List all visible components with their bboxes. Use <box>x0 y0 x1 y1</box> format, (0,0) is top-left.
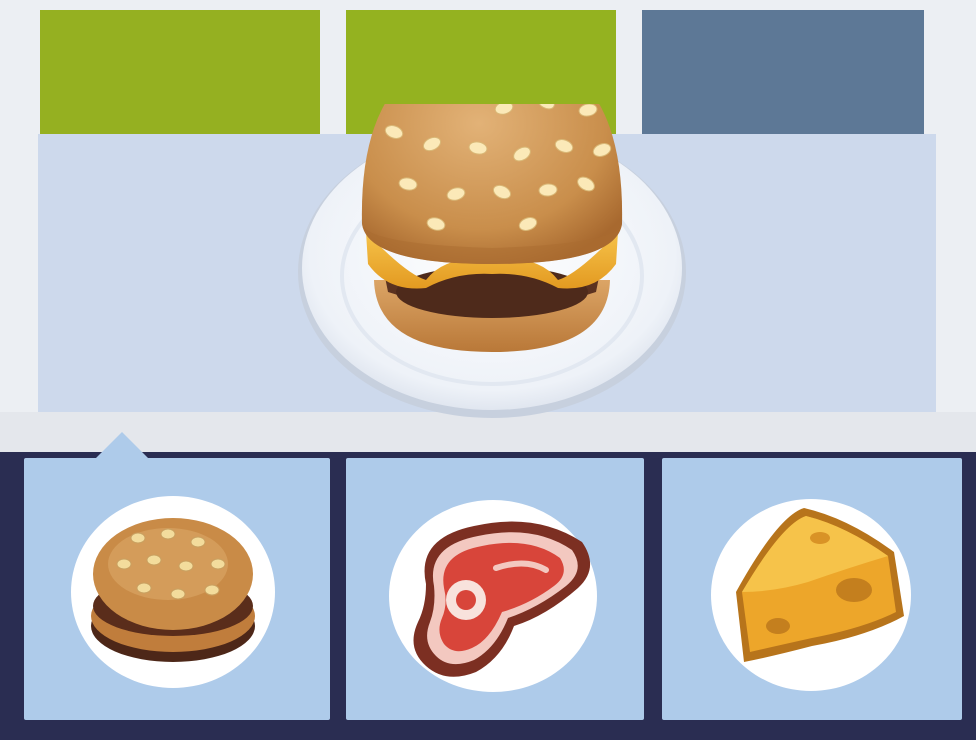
ingredient-cheese[interactable] <box>708 496 914 694</box>
ingredient-steak[interactable] <box>386 498 600 694</box>
order-dish <box>296 104 688 420</box>
ingredient-bun[interactable] <box>68 494 278 690</box>
steak-icon <box>389 500 597 692</box>
bun-with-patty-icon <box>71 496 275 688</box>
cheese-wedge-icon <box>711 499 911 691</box>
game-screen <box>0 0 976 740</box>
burger-on-plate-icon <box>298 104 686 418</box>
selection-pointer <box>94 432 150 460</box>
color-tile-green-left <box>40 10 320 134</box>
